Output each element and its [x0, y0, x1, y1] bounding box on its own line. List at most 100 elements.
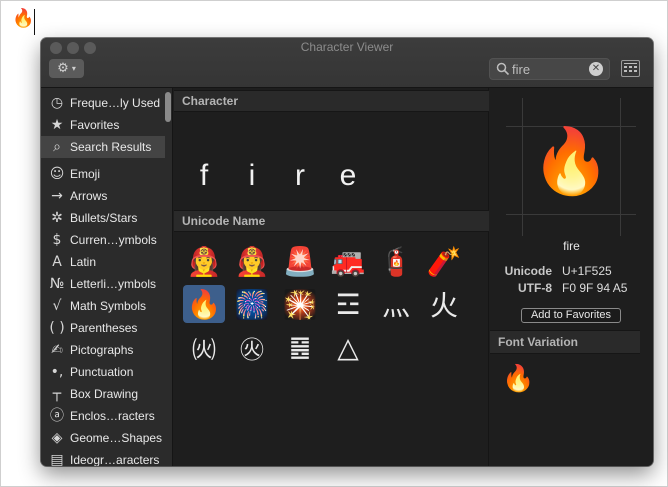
sidebar-item-label: Curren…ymbols: [70, 233, 157, 247]
keyboard-icon: [624, 63, 637, 64]
unicode-name-section-header: Unicode Name: [174, 210, 489, 232]
alchemical-fire-icon[interactable]: △: [327, 328, 369, 366]
add-to-favorites-button[interactable]: Add to Favorites: [521, 308, 621, 323]
sidebar-item-math-symbols[interactable]: √ Math Symbols: [41, 295, 165, 317]
sidebar-item-parentheses[interactable]: ( ) Parentheses: [41, 317, 165, 339]
character-preview: 🔥: [506, 98, 636, 236]
diamond-icon: ◈: [51, 430, 63, 446]
punctuation-icon: •,: [50, 364, 64, 380]
dollar-icon: $: [52, 232, 62, 248]
sidebar-item-emoji[interactable]: ☺ Emoji: [41, 163, 165, 185]
sidebar-item-geometric-shapes[interactable]: ◈ Geome…Shapes: [41, 427, 165, 449]
sidebar-item-label: Arrows: [70, 189, 108, 203]
utf8-value: F0 9F 94 A5: [562, 281, 628, 295]
fireworks-icon[interactable]: 🎆: [231, 285, 273, 323]
sidebar-item-enclosed-characters[interactable]: ⓐ Enclos…racters: [41, 405, 165, 427]
sidebar-item-label: Pictographs: [70, 343, 134, 357]
sidebar-item-label: Parentheses: [70, 321, 138, 335]
search-icon: [496, 62, 510, 76]
unicode-row: Unicode U+1F525: [490, 264, 653, 280]
sidebar-item-label: Latin: [70, 255, 97, 269]
search-field[interactable]: ✕: [489, 58, 610, 80]
character-name: fire: [563, 239, 580, 253]
sidebar-item-label: Enclos…racters: [70, 409, 155, 423]
ideograph-icon: ▤: [50, 452, 64, 466]
keyboard-viewer-button[interactable]: [621, 60, 640, 77]
sidebar-scrollbar[interactable]: [165, 92, 171, 122]
trigram-fire-icon[interactable]: ☲: [327, 285, 369, 323]
parenthesized-fire-icon[interactable]: ㈫: [183, 328, 225, 366]
fire-engine-icon[interactable]: 🚒: [327, 242, 369, 280]
clear-search-icon[interactable]: ✕: [589, 62, 603, 76]
result-letter[interactable]: e: [328, 159, 368, 193]
result-letter[interactable]: r: [280, 159, 320, 193]
character-viewer-window: Character Viewer ⚙ ▾ ✕ ◷ Freque…ly: [41, 38, 653, 466]
category-sidebar: ◷ Freque…ly Used ★ Favorites ⌕ Search Re…: [41, 88, 173, 466]
utf8-row: UTF-8 F0 9F 94 A5: [490, 281, 653, 297]
character-section-header: Character: [174, 90, 489, 112]
sidebar-item-label: Punctuation: [70, 365, 134, 379]
character-detail-panel: 🔥 fire Unicode U+1F525 UTF-8 F0 9F 94 A5…: [490, 88, 653, 466]
text-caret: [34, 9, 35, 35]
typed-fire-character: 🔥: [12, 8, 35, 29]
sidebar-item-favorites[interactable]: ★ Favorites: [41, 114, 165, 136]
fire-ideograph-icon[interactable]: 火: [423, 285, 465, 323]
smiley-icon: ☺: [49, 166, 65, 182]
sidebar-item-label: Letterli…ymbols: [70, 277, 157, 291]
unicode-label: Unicode: [504, 264, 552, 278]
star-icon: ★: [50, 117, 64, 133]
action-menu-button[interactable]: ⚙ ▾: [49, 59, 84, 78]
fire-preview-glyph: 🔥: [531, 125, 611, 199]
pictograph-icon: ✍: [51, 342, 63, 358]
gear-icon: ⚙: [57, 61, 69, 76]
sidebar-item-currency-symbols[interactable]: $ Curren…ymbols: [41, 229, 165, 251]
sidebar-item-box-drawing[interactable]: ┬ Box Drawing: [41, 383, 165, 405]
sidebar-item-label: Search Results: [70, 140, 152, 154]
box-drawing-icon: ┬: [52, 386, 62, 402]
enclosed-a-icon: ⓐ: [50, 408, 64, 424]
window-title: Character Viewer: [300, 40, 394, 54]
sidebar-item-label: Bullets/Stars: [70, 211, 138, 225]
woman-firefighter-2-icon[interactable]: 👩‍🚒: [231, 242, 273, 280]
square-root-icon: √: [52, 298, 62, 314]
sidebar-item-bullets-stars[interactable]: ✲ Bullets/Stars: [41, 207, 165, 229]
sidebar-item-ideographic-characters[interactable]: ▤ Ideogr…aracters: [41, 449, 165, 466]
hexagram-fire-icon[interactable]: ䷝: [279, 328, 321, 366]
sidebar-item-punctuation[interactable]: •, Punctuation: [41, 361, 165, 383]
sidebar-item-label: Emoji: [70, 167, 101, 181]
sidebar-item-letterlike-symbols[interactable]: № Letterli…ymbols: [41, 273, 165, 295]
results-panel: Character f i r e Unicode Name 👩‍🚒 👩‍🚒 🚨…: [174, 88, 489, 466]
numero-icon: №: [49, 276, 65, 292]
font-variation-header: Font Variation: [490, 330, 640, 354]
sparkler-icon[interactable]: 🎇: [279, 285, 321, 323]
utf8-label: UTF-8: [518, 281, 552, 295]
fire-extinguisher-icon[interactable]: 🧯: [375, 242, 417, 280]
woman-firefighter-icon[interactable]: 👩‍🚒: [183, 242, 225, 280]
sidebar-item-pictographs[interactable]: ✍ Pictographs: [41, 339, 165, 361]
clock-icon: ◷: [50, 95, 64, 111]
sidebar-item-label: Favorites: [70, 118, 120, 132]
sidebar-item-latin[interactable]: A Latin: [41, 251, 165, 273]
sidebar-item-frequently-used[interactable]: ◷ Freque…ly Used: [41, 92, 165, 114]
fire-icon[interactable]: 🔥: [183, 285, 225, 323]
sidebar-item-label: Box Drawing: [70, 387, 139, 401]
chevron-down-icon: ▾: [71, 63, 76, 73]
sidebar-item-label: Geome…Shapes: [70, 431, 163, 445]
sidebar-item-arrows[interactable]: → Arrows: [41, 185, 165, 207]
police-light-icon[interactable]: 🚨: [279, 242, 321, 280]
font-variation-fire-glyph[interactable]: 🔥: [502, 364, 534, 394]
result-letter[interactable]: i: [232, 159, 272, 193]
sidebar-item-label: Math Symbols: [70, 299, 147, 313]
firecracker-icon[interactable]: 🧨: [423, 242, 465, 280]
search-icon: ⌕: [53, 139, 61, 155]
asterisk-icon: ✲: [51, 210, 63, 226]
fire-radical-icon[interactable]: 灬: [375, 285, 417, 323]
sidebar-item-label: Ideogr…aracters: [70, 453, 160, 466]
circled-fire-icon[interactable]: ㊋: [231, 328, 273, 366]
result-letter[interactable]: f: [184, 159, 224, 193]
arrow-icon: →: [51, 188, 63, 204]
search-input[interactable]: [512, 60, 584, 78]
latin-a-icon: A: [52, 254, 62, 270]
sidebar-item-search-results[interactable]: ⌕ Search Results: [41, 136, 165, 158]
titlebar: Character Viewer ⚙ ▾ ✕: [41, 38, 653, 88]
